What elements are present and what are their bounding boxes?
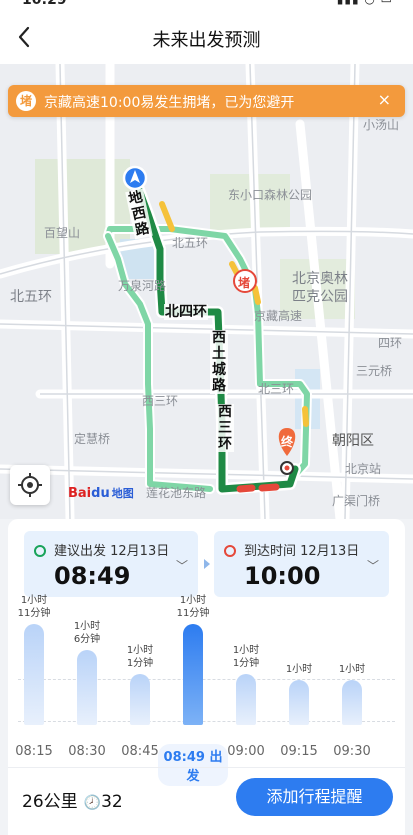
route-duration: 32 <box>101 792 123 812</box>
status-bar: 10:29 ▮▮▮ ◔ ▭ <box>0 0 413 14</box>
map-logo: Baidu 地图 <box>68 485 134 501</box>
depart-time-card[interactable]: 建议出发 12月13日 08:49 ﹀ <box>24 531 198 597</box>
duration-bar[interactable] <box>183 624 203 725</box>
map-label-bei-wuhuan-right: 北五环 <box>172 236 209 250</box>
map-label-xisanhuan-left: 西三环 <box>142 394 179 408</box>
logo-mid: du <box>91 486 110 501</box>
duration-bar[interactable] <box>342 680 362 725</box>
start-marker <box>122 165 148 191</box>
duration-chart[interactable]: 1小时 11分钟 1小时 6分钟 1小时 1分钟 1小时 11分钟 1小时 1分钟 1小时 1小时 08… <box>7 595 405 786</box>
alert-text: 京藏高速10:00易发生拥堵，已为您避开 <box>44 95 295 111</box>
time-tick[interactable]: 08:30 <box>60 744 114 759</box>
road-label-beisihuan: 北四环 <box>164 304 208 320</box>
time-tick[interactable]: 08:49 出发 <box>158 744 228 786</box>
logo-prefix: Bai <box>68 486 92 501</box>
duration-bar[interactable] <box>289 680 309 725</box>
map-view[interactable]: 百望山 东小口森林公园 北五环 北五环 北京奥林 匹克公园 北三环 定慧桥 朝阳… <box>0 64 413 519</box>
duration-label: 1小时 <box>285 664 313 675</box>
prediction-panel: 建议出发 12月13日 08:49 ﹀ 到达时间 12月13日 10:00 ﹀ … <box>8 519 405 835</box>
map-label-sanyuan: 三元桥 <box>356 364 393 378</box>
chart-gridline <box>18 679 395 680</box>
map-label-jingzang: 京藏高速 <box>254 309 303 323</box>
duration-bar[interactable] <box>77 650 97 725</box>
duration-label: 1小时 1分钟 <box>126 645 154 669</box>
locate-icon <box>18 473 42 497</box>
map-label-beijing-station: 北京站 <box>345 462 382 476</box>
arrive-label: 到达时间 12月13日 <box>244 544 360 559</box>
map-label-wanquanhe: 万泉河路 <box>118 279 167 293</box>
status-time: 10:29 <box>22 0 67 8</box>
route-distance: 26公里 <box>22 792 78 812</box>
map-label-dongxiaokou: 东小口森林公园 <box>228 188 313 202</box>
page-title: 未来出发预测 <box>152 30 261 51</box>
map-label-dinghuiqiao: 定慧桥 <box>74 432 111 446</box>
jam-marker-label: 堵 <box>238 276 251 290</box>
map-label-lianhuachi: 莲花池东路 <box>146 486 207 500</box>
arrive-time-card[interactable]: 到达时间 12月13日 10:00 ﹀ <box>214 531 389 597</box>
map-label-bei-wuhuan-left: 北五环 <box>10 289 52 305</box>
map-label-xiaotangshan: 小汤山 <box>363 118 400 132</box>
add-trip-reminder-button[interactable]: 添加行程提醒 <box>236 778 393 816</box>
end-marker-label: 终 <box>281 435 294 449</box>
status-icons: ▮▮▮ ◔ ▭ <box>337 0 393 6</box>
map-label-aoti2: 匹克公园 <box>292 289 348 305</box>
jam-icon: 堵 <box>16 91 36 111</box>
time-tick[interactable]: 09:15 <box>272 744 326 759</box>
time-tick[interactable]: 09:00 <box>219 744 273 759</box>
arrow-right-icon <box>204 559 210 569</box>
depart-label: 建议出发 12月13日 <box>54 544 170 559</box>
header: 未来出发预测 <box>0 14 413 64</box>
divider <box>8 767 405 768</box>
duration-label: 1小时 6分钟 <box>73 621 101 645</box>
chart-gridline <box>18 721 395 722</box>
map-label-chaoyang: 朝阳区 <box>332 433 374 449</box>
map-canvas <box>0 64 413 519</box>
map-label-baiwangshan: 百望山 <box>44 226 81 240</box>
chevron-down-icon: ﹀ <box>366 559 379 573</box>
close-icon[interactable]: × <box>378 90 391 109</box>
map-label-sihuan: 四环 <box>378 336 403 350</box>
road-label-xisanhuan: 西三环 <box>216 404 234 452</box>
congestion-alert: 堵 京藏高速10:00易发生拥堵，已为您避开 × <box>8 85 405 117</box>
chevron-down-icon: ﹀ <box>175 559 188 573</box>
duration-bar[interactable] <box>130 674 150 725</box>
duration-bar[interactable] <box>24 624 44 725</box>
duration-label: 1小时 1分钟 <box>232 645 260 669</box>
route-summary: 26公里 🕗32 <box>22 787 123 812</box>
map-label-guangqu: 广渠门桥 <box>332 494 381 508</box>
locate-button[interactable] <box>10 465 50 505</box>
map-label-beisanhuan: 北三环 <box>258 382 295 396</box>
logo-suffix: 地图 <box>111 487 134 500</box>
arrive-dot-icon <box>224 545 236 557</box>
duration-label: 1小时 <box>338 664 366 675</box>
road-label-xitucheng: 西土城路 <box>210 330 228 394</box>
duration-bar[interactable] <box>236 674 256 725</box>
arrive-time: 10:00 <box>244 562 321 590</box>
clock-icon: 🕗 <box>83 795 102 811</box>
time-tick[interactable]: 09:30 <box>325 744 379 759</box>
duration-label: 1小时 11分钟 <box>176 595 210 619</box>
depart-dot-icon <box>34 545 46 557</box>
depart-time: 08:49 <box>54 562 131 590</box>
map-label-aoti: 北京奥林 <box>292 271 348 287</box>
duration-label: 1小时 11分钟 <box>17 595 51 619</box>
time-tick[interactable]: 08:15 <box>7 744 61 759</box>
